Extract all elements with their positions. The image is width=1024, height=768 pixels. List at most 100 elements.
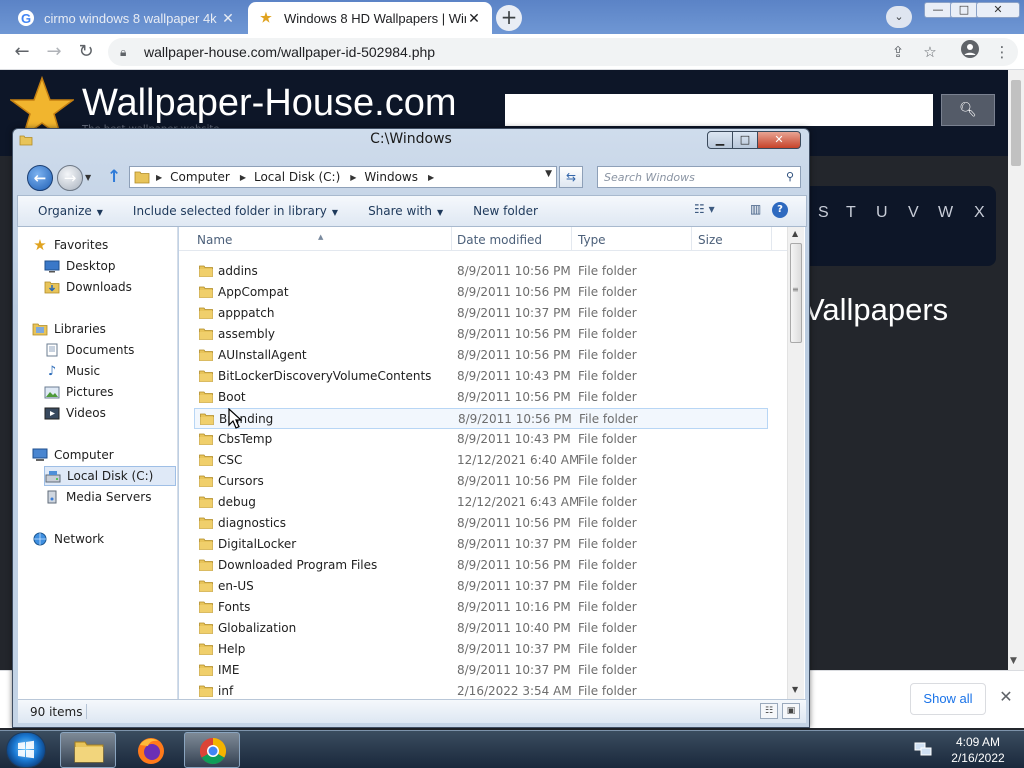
file-row[interactable]: CSC 12/12/2021 6:40 AM File folder [179, 450, 787, 471]
letter-link[interactable]: U [876, 204, 888, 222]
minimize-button[interactable]: ▁ [707, 131, 733, 149]
network-tray-icon[interactable] [914, 741, 932, 757]
column-divider[interactable] [691, 227, 692, 251]
breadcrumb-separator-icon[interactable]: ▶ [156, 173, 162, 182]
tab-close-icon[interactable]: ✕ [466, 10, 482, 27]
history-dropdown-icon[interactable]: ▼ [85, 173, 91, 182]
page-scrollbar[interactable]: ▼ [1008, 70, 1024, 670]
letter-link[interactable]: W [938, 204, 953, 222]
start-button[interactable] [6, 732, 46, 768]
organize-button[interactable]: Organize ▼ [38, 204, 103, 218]
profile-avatar-icon[interactable] [958, 40, 982, 64]
site-title[interactable]: Wallpaper-House.com [82, 82, 457, 125]
system-clock[interactable]: 4:09 AM 2/16/2022 [940, 734, 1016, 766]
file-row[interactable]: Globalization 8/9/2011 10:40 PM File folde… [179, 618, 787, 639]
nav-libraries[interactable]: Libraries [32, 319, 190, 339]
breadcrumb-computer[interactable]: Computer [170, 170, 230, 184]
file-list-scrollbar[interactable]: ▲ ≡ ▼ [787, 227, 804, 699]
show-all-button[interactable]: Show all [910, 683, 986, 715]
letter-link[interactable]: T [846, 204, 856, 222]
help-icon[interactable]: ? [772, 202, 788, 218]
change-view-icon[interactable]: ☷ ▾ [694, 202, 715, 216]
large-icons-view-icon[interactable]: ▣ [782, 703, 800, 719]
file-row[interactable]: BitLockerDiscoveryVolumeContents 8/9/2011… [179, 366, 787, 387]
taskbar-firefox-button[interactable] [122, 732, 178, 768]
close-icon[interactable]: ✕ [996, 687, 1016, 706]
share-with-button[interactable]: Share with ▼ [368, 204, 443, 218]
breadcrumb-separator-icon[interactable]: ▶ [240, 173, 246, 182]
nav-favorites[interactable]: ★ Favorites [32, 235, 190, 255]
back-arrow-icon[interactable]: ← [10, 40, 34, 64]
file-row[interactable]: addins 8/9/2011 10:56 PM File folder [179, 261, 787, 282]
menu-kebab-icon[interactable]: ⋮ [990, 40, 1014, 64]
tab-search-button[interactable]: ⌄ [886, 6, 912, 28]
address-breadcrumb[interactable]: ▶ Computer ▶ Local Disk (C:) ▶ Windows ▶… [129, 166, 557, 188]
column-divider[interactable] [771, 227, 772, 251]
scroll-down-icon[interactable]: ▼ [792, 685, 798, 694]
column-name[interactable]: Name [197, 233, 232, 247]
scrollbar-thumb[interactable] [1011, 80, 1021, 166]
refresh-icon[interactable]: ⇆ [559, 166, 583, 188]
browser-tab-google[interactable]: G cirmo windows 8 wallpaper 4k - G ✕ [8, 2, 246, 34]
scroll-down-icon[interactable]: ▼ [1010, 656, 1017, 666]
file-row[interactable]: inf 2/16/2022 3:54 AM File folder [179, 681, 787, 699]
column-divider[interactable] [571, 227, 572, 251]
breadcrumb-windows[interactable]: Windows [364, 170, 418, 184]
letter-link[interactable]: S [818, 204, 829, 222]
file-row[interactable]: Cursors 8/9/2011 10:56 PM File folder [179, 471, 787, 492]
new-folder-button[interactable]: New folder [473, 204, 538, 218]
site-search-input[interactable] [505, 94, 933, 126]
file-row[interactable]: IME 8/9/2011 10:37 PM File folder [179, 660, 787, 681]
close-window-button[interactable]: ✕ [976, 2, 1020, 18]
column-size[interactable]: Size [698, 233, 723, 247]
up-arrow-icon[interactable]: ↑ [107, 167, 121, 187]
file-row[interactable]: Downloaded Program Files 8/9/2011 10:56 P… [179, 555, 787, 576]
file-row[interactable]: en-US 8/9/2011 10:37 PM File folder [179, 576, 787, 597]
share-icon[interactable]: ⇪ [886, 40, 910, 64]
file-row[interactable]: Boot 8/9/2011 10:56 PM File folder [179, 387, 787, 408]
breadcrumb-separator-icon[interactable]: ▶ [428, 173, 434, 182]
bookmark-star-icon[interactable]: ☆ [918, 40, 942, 64]
nav-computer[interactable]: Computer [32, 445, 190, 465]
file-row[interactable]: apppatch 8/9/2011 10:37 PM File folder [179, 303, 787, 324]
tab-close-icon[interactable]: ✕ [220, 10, 236, 27]
letter-link[interactable]: V [908, 204, 919, 222]
site-search-button[interactable]: 🔍︎ [941, 94, 995, 126]
breadcrumb-local-disk[interactable]: Local Disk (C:) [254, 170, 340, 184]
file-row[interactable]: debug 12/12/2021 6:43 AM File folder [179, 492, 787, 513]
address-dropdown-icon[interactable]: ▼ [545, 169, 552, 179]
forward-arrow-icon[interactable]: → [42, 40, 66, 64]
browser-tab-wallpaper-house[interactable]: ★ Windows 8 HD Wallpapers | Wind ✕ [248, 2, 492, 34]
close-button[interactable]: ✕ [757, 131, 801, 149]
column-date-modified[interactable]: Date modified [457, 233, 542, 247]
minimize-button[interactable]: — [924, 2, 952, 18]
forward-arrow-icon[interactable]: → [57, 165, 83, 191]
file-row[interactable]: DigitalLocker 8/9/2011 10:37 PM File folde… [179, 534, 787, 555]
file-row[interactable]: Fonts 8/9/2011 10:16 PM File folder [179, 597, 787, 618]
column-type[interactable]: Type [578, 233, 606, 247]
scroll-up-icon[interactable]: ▲ [792, 229, 798, 238]
maximize-button[interactable]: □ [950, 2, 978, 18]
taskbar-explorer-button[interactable] [60, 732, 116, 768]
file-row[interactable]: Help 8/9/2011 10:37 PM File folder [179, 639, 787, 660]
taskbar-chrome-button[interactable] [184, 732, 240, 768]
maximize-button[interactable]: □ [732, 131, 758, 149]
nav-local-disk[interactable]: Local Disk (C:) [44, 466, 176, 486]
file-row[interactable]: assembly 8/9/2011 10:56 PM File folder [179, 324, 787, 345]
details-view-icon[interactable]: ☷ [760, 703, 778, 719]
breadcrumb-separator-icon[interactable]: ▶ [350, 173, 356, 182]
reload-icon[interactable]: ↻ [74, 40, 98, 64]
file-row[interactable]: CbsTemp 8/9/2011 10:43 PM File folder [179, 429, 787, 450]
include-in-library-button[interactable]: Include selected folder in library ▼ [133, 204, 338, 218]
file-row[interactable]: AppCompat 8/9/2011 10:56 PM File folder [179, 282, 787, 303]
nav-network[interactable]: Network [32, 529, 190, 549]
file-row[interactable]: AUInstallAgent 8/9/2011 10:56 PM File fold… [179, 345, 787, 366]
new-tab-button[interactable]: + [496, 5, 522, 31]
explorer-search-input[interactable]: Search Windows ⚲ [597, 166, 801, 188]
preview-pane-icon[interactable]: ▥ [750, 202, 761, 216]
address-bar[interactable]: 🔒︎ wallpaper-house.com/wallpaper-id-5029… [108, 38, 1018, 66]
back-arrow-icon[interactable]: ← [27, 165, 53, 191]
file-row[interactable]: diagnostics 8/9/2011 10:56 PM File folder [179, 513, 787, 534]
file-row[interactable]: Branding 8/9/2011 10:56 PM File folder [194, 408, 768, 429]
letter-link[interactable]: X [974, 204, 985, 222]
